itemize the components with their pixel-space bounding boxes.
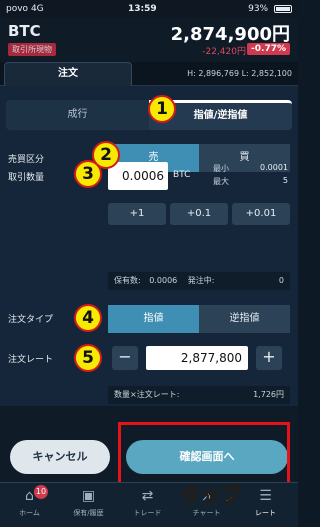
- stop-button[interactable]: 逆指値: [199, 305, 290, 333]
- tabbar-home[interactable]: ⌂ ホーム 10: [0, 485, 59, 518]
- tabbar-holdings-label: 保有/履歴: [73, 509, 104, 517]
- bottom-tab-bar: ⌂ ホーム 10 ▣ 保有/履歴 ⇄ トレード ⩘ チャート ☰ レート: [0, 482, 298, 527]
- tabbar-holdings[interactable]: ▣ 保有/履歴: [59, 487, 118, 518]
- carrier: povo 4G: [6, 4, 44, 14]
- tabbar-home-label: ホーム: [19, 509, 40, 517]
- side-label: 売買区分: [8, 155, 45, 165]
- rate-icon: ☰: [259, 488, 272, 504]
- quantity-unit: BTC: [173, 170, 191, 180]
- tab-order[interactable]: 注文: [4, 62, 132, 86]
- tabbar-chart-label: チャート: [192, 509, 221, 517]
- ordering-label: 発注中:: [187, 276, 215, 285]
- carrier-name: povo: [6, 4, 29, 14]
- tabbar-rate[interactable]: ☰ レート: [236, 487, 295, 518]
- high-price: H: 2,896,769: [187, 69, 240, 78]
- battery-percent: 93%: [248, 4, 269, 14]
- max-value: 5: [282, 176, 288, 185]
- ticker-header: BTC 取引所現物 2,874,900円 -22,420円 -0.77%: [0, 18, 298, 62]
- annotation-badge-5: 5: [74, 344, 102, 372]
- min-label: 最小: [213, 164, 229, 173]
- rate-label: 注文レート: [8, 355, 54, 365]
- increment-0.1-button[interactable]: +0.1: [170, 203, 228, 225]
- rate-input[interactable]: 2,877,800: [146, 346, 248, 370]
- total-bar: 数量×注文レート: 1,726円: [108, 386, 290, 404]
- battery-icon: [274, 4, 292, 13]
- order-kind-label: 注文タイプ: [8, 315, 54, 325]
- clock: 13:59: [128, 4, 157, 14]
- battery-status: 93%: [248, 4, 292, 14]
- status-bar: povo 4G 13:59 93%: [0, 0, 298, 18]
- quantity-input[interactable]: 0.0006: [108, 162, 168, 190]
- total-value: 1,726円: [253, 390, 284, 399]
- owned-value: 0.0006: [149, 276, 178, 285]
- ordering-value: 0: [278, 276, 284, 285]
- market-tag: 取引所現物: [8, 43, 56, 56]
- low-price: L: 2,852,100: [241, 69, 292, 78]
- annotation-badge-1: 1: [148, 95, 176, 123]
- price-change-percent: -0.77%: [247, 43, 290, 55]
- tabbar-rate-label: レート: [255, 509, 276, 517]
- notification-badge: 10: [34, 485, 48, 499]
- wallet-icon: ▣: [81, 488, 96, 504]
- pair-name: BTC: [8, 22, 41, 40]
- tab-market-order[interactable]: 成行: [6, 100, 149, 130]
- cancel-button[interactable]: キャンセル: [10, 440, 110, 474]
- annotation-badge-4: 4: [74, 304, 102, 332]
- tabbar-trade-label: トレード: [133, 509, 162, 517]
- trade-icon: ⇄: [141, 488, 154, 504]
- high-low: H: 2,896,769 L: 2,852,100: [187, 69, 292, 78]
- min-value: 0.0001: [260, 163, 288, 172]
- tap-annotation: タップ: [180, 482, 241, 507]
- tabbar-trade[interactable]: ⇄ トレード: [118, 487, 177, 518]
- limit-button[interactable]: 指値: [108, 305, 199, 333]
- increment-1-button[interactable]: +1: [108, 203, 166, 225]
- network-type: 4G: [30, 4, 44, 14]
- order-tab-row: 注文 H: 2,896,769 L: 2,852,100: [0, 62, 298, 86]
- max-label: 最大: [213, 177, 229, 186]
- annotation-badge-3: 3: [74, 160, 102, 188]
- rate-plus-button[interactable]: +: [256, 346, 282, 370]
- owned-label: 保有数:: [114, 276, 141, 285]
- rate-minus-button[interactable]: −: [112, 346, 138, 370]
- price-change: -22,420円: [202, 47, 246, 57]
- holdings-bar: 保有数: 0.0006 発注中: 0: [108, 272, 290, 290]
- total-label: 数量×注文レート:: [114, 390, 180, 399]
- increment-0.01-button[interactable]: +0.01: [232, 203, 290, 225]
- quantity-label: 取引数量: [8, 173, 45, 183]
